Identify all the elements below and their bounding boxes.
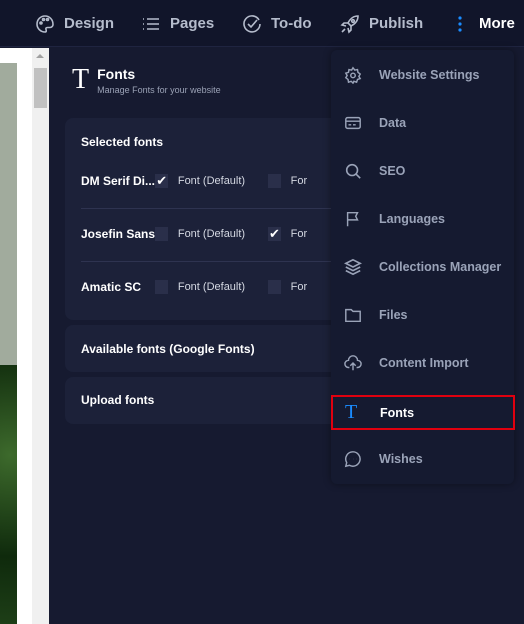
section-heading: Selected fonts: [81, 135, 164, 149]
menu-item-languages[interactable]: Languages: [331, 195, 514, 243]
top-navigation: Design Pages To-do Publish More: [0, 0, 524, 47]
chat-icon: [344, 451, 361, 468]
check-circle-icon: [243, 14, 261, 33]
cloud-upload-icon: [344, 355, 362, 371]
menu-item-files[interactable]: Files: [331, 291, 514, 339]
menu-item-fonts[interactable]: T Fonts: [331, 395, 515, 430]
checkbox-second[interactable]: ✔: [268, 226, 281, 241]
gear-icon: [344, 66, 362, 84]
upload-fonts-section[interactable]: Upload fonts: [65, 377, 365, 424]
folder-icon: [345, 308, 361, 323]
plant-image: [0, 365, 17, 624]
card-icon: [345, 116, 361, 130]
checkbox-default[interactable]: [155, 226, 168, 241]
font-icon: T: [345, 401, 358, 423]
checkbox-default[interactable]: [155, 279, 168, 294]
nav-more[interactable]: More: [450, 0, 515, 47]
nav-todo[interactable]: To-do: [242, 0, 312, 47]
page-subtitle: Manage Fonts for your website: [97, 85, 221, 95]
menu-item-seo[interactable]: SEO: [331, 147, 514, 195]
search-icon: [345, 163, 361, 179]
menu-item-collections-manager[interactable]: Collections Manager: [331, 243, 514, 291]
palette-icon: [36, 14, 54, 33]
selected-fonts-card: Selected fonts DM Serif Di... ✔ Font (Def…: [65, 118, 365, 320]
checkbox-default[interactable]: ✔: [155, 173, 168, 188]
panel-header: T Fonts Manage Fonts for your website: [72, 64, 221, 96]
available-fonts-section[interactable]: Available fonts (Google Fonts): [65, 325, 365, 372]
scrollbar-thumb[interactable]: [34, 68, 47, 108]
checkbox-second[interactable]: [268, 279, 281, 294]
nav-publish[interactable]: Publish: [340, 0, 423, 47]
site-preview: [0, 48, 32, 624]
checkbox-second[interactable]: [268, 173, 281, 188]
list-icon: [143, 17, 159, 30]
preview-image: [0, 63, 17, 365]
flag-icon: [346, 211, 359, 227]
nav-design[interactable]: Design: [35, 0, 114, 47]
rocket-icon: [340, 14, 359, 34]
menu-item-website-settings[interactable]: Website Settings: [331, 51, 514, 99]
more-vertical-icon: [458, 15, 462, 32]
layers-icon: [344, 258, 362, 276]
nav-pages[interactable]: Pages: [141, 0, 214, 47]
more-menu: Website Settings Data SEO Languages Coll…: [331, 50, 515, 484]
menu-item-wishes[interactable]: Wishes: [331, 435, 514, 483]
menu-item-content-import[interactable]: Content Import: [331, 339, 514, 387]
font-icon: T: [72, 64, 90, 95]
page-title: Fonts: [97, 66, 136, 82]
scrollbar[interactable]: [32, 48, 49, 624]
scroll-up-icon[interactable]: [36, 54, 44, 58]
menu-item-data[interactable]: Data: [331, 99, 514, 147]
